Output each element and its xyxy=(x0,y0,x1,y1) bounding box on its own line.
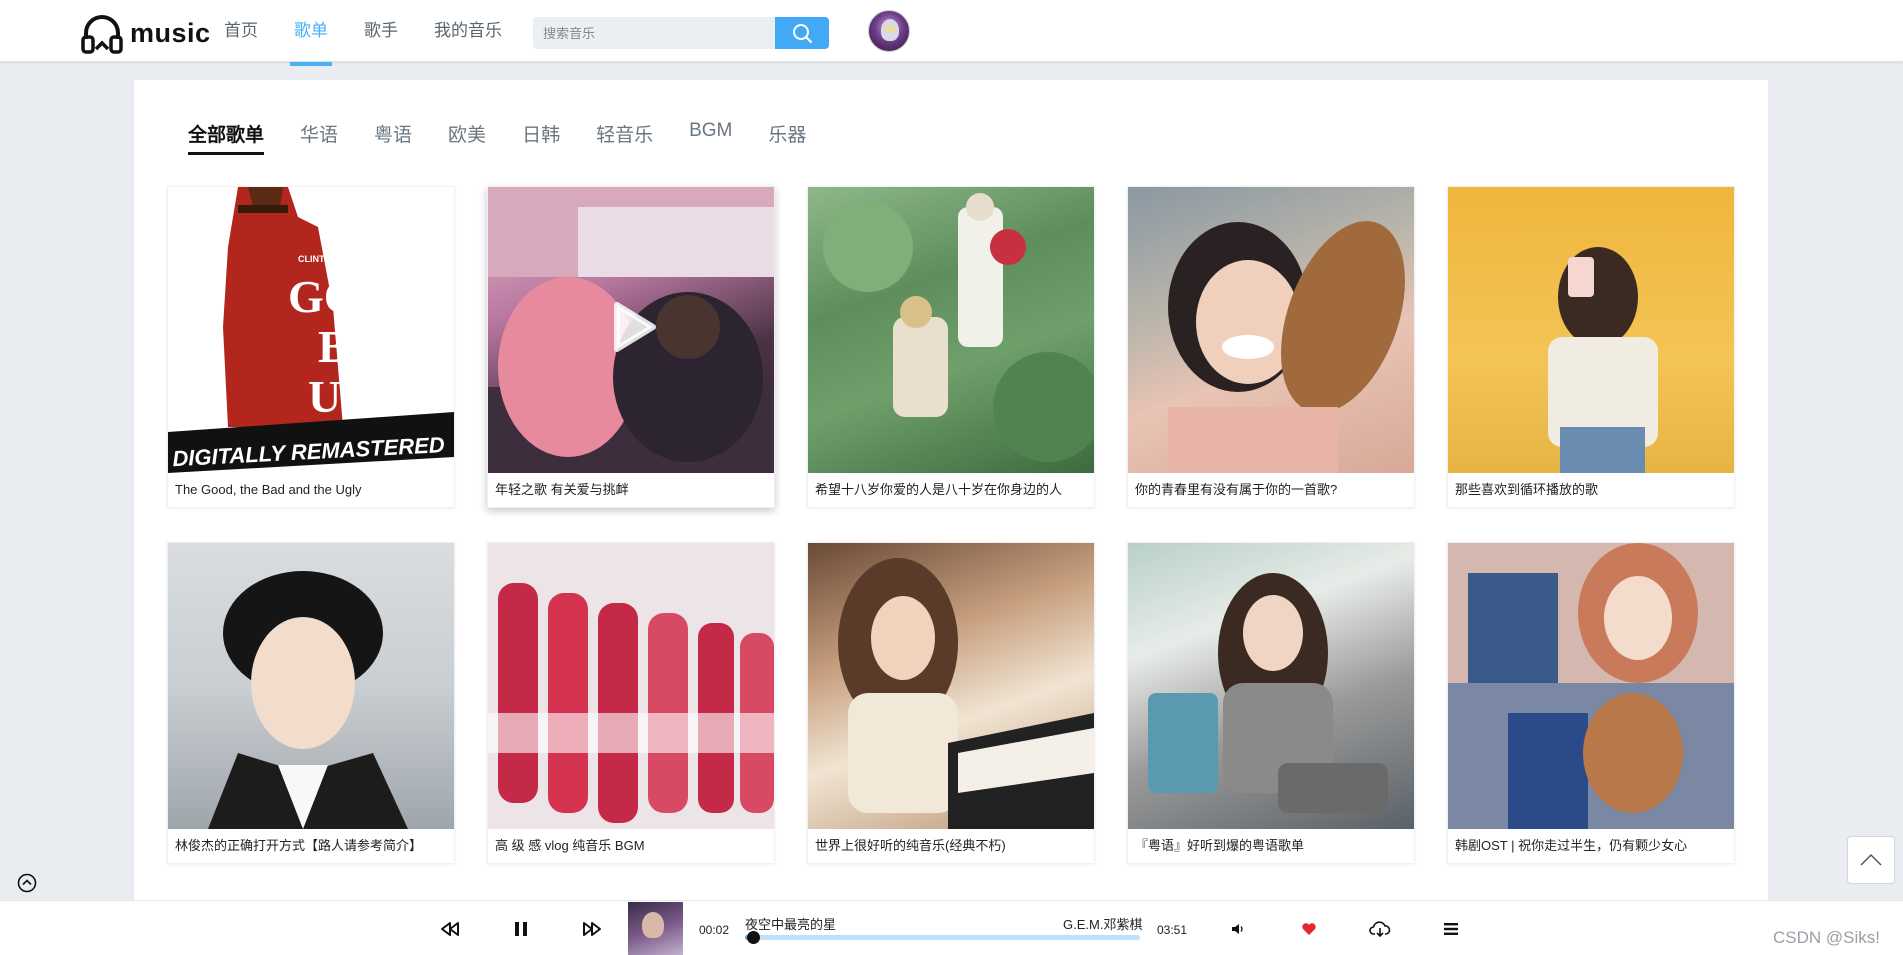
playlist-cover xyxy=(488,543,774,829)
album-cover[interactable] xyxy=(628,902,683,955)
playlist-cover xyxy=(1448,187,1734,473)
playlist-cover xyxy=(168,543,454,829)
playlist-cover xyxy=(1128,187,1414,473)
playlist-cover xyxy=(808,187,1094,473)
playlist-card[interactable]: 『粤语』好听到爆的粤语歌单 xyxy=(1127,542,1415,864)
chevron-up-icon xyxy=(1860,853,1882,866)
back-to-top-button[interactable] xyxy=(1847,836,1895,884)
playlist-title: 高 级 感 vlog 纯音乐 BGM xyxy=(495,838,645,853)
like-button[interactable] xyxy=(1295,915,1323,943)
nav-playlists[interactable]: 歌单 xyxy=(290,0,332,66)
nav-my-music[interactable]: 我的音乐 xyxy=(434,0,502,62)
cover-art xyxy=(208,571,408,829)
tab-light-music[interactable]: 轻音乐 xyxy=(596,120,653,155)
svg-text:GOOD: GOOD xyxy=(288,271,429,322)
cover-art xyxy=(838,558,1094,829)
song-artist: G.E.M.邓紫棋 xyxy=(1063,917,1143,932)
playlist-card[interactable]: 高 级 感 vlog 纯音乐 BGM xyxy=(487,542,775,864)
search-box xyxy=(533,17,829,49)
music-player-bar: 00:02 夜空中最亮的星 G.E.M.邓紫棋 03:51 xyxy=(0,900,1903,955)
heart-icon xyxy=(1302,923,1316,935)
playlist-card[interactable]: 年轻之歌 有关爱与挑衅 xyxy=(487,186,775,508)
playlist-title: 那些喜欢到循环播放的歌 xyxy=(1455,482,1599,497)
playlist-card[interactable]: CLINT EASTWOOD GOOD BAD UGLY DIGITALLY R… xyxy=(167,186,455,508)
tab-jp-kr[interactable]: 日韩 xyxy=(522,120,560,155)
playlist-cover xyxy=(808,543,1094,829)
search-icon xyxy=(793,24,813,44)
playlist-cover xyxy=(1128,543,1414,829)
playlist-card[interactable]: 你的青春里有没有属于你的一首歌? xyxy=(1127,186,1415,508)
playlist-cover xyxy=(1448,543,1734,829)
playlist-title: 年轻之歌 有关爱与挑衅 xyxy=(495,482,629,497)
tab-instruments[interactable]: 乐器 xyxy=(768,120,806,155)
svg-text:UGLY: UGLY xyxy=(308,371,437,422)
playlist-grid: CLINT EASTWOOD GOOD BAD UGLY DIGITALLY R… xyxy=(167,186,1737,864)
cloud-download-icon xyxy=(1369,921,1391,938)
menu-icon xyxy=(1444,923,1458,935)
logo[interactable]: music xyxy=(80,13,211,54)
previous-button[interactable] xyxy=(436,915,464,943)
volume-button[interactable] xyxy=(1224,915,1252,943)
playlist-title: 世界上很好听的纯音乐(经典不朽) xyxy=(815,838,1006,853)
cover-art xyxy=(1168,221,1405,473)
tab-cantonese[interactable]: 粤语 xyxy=(374,120,412,155)
playlist-title: 『粤语』好听到爆的粤语歌单 xyxy=(1135,838,1305,853)
category-tabs: 全部歌单 华语 粤语 欧美 日韩 轻音乐 BGM 乐器 xyxy=(188,120,842,155)
playlist-card[interactable]: 韩剧OST | 祝你走过半生，仍有颗少女心 xyxy=(1447,542,1735,864)
playlist-cover: CLINT EASTWOOD GOOD BAD UGLY DIGITALLY R… xyxy=(168,187,454,473)
progress-handle[interactable] xyxy=(746,931,760,944)
search-button[interactable] xyxy=(775,17,829,49)
chevron-up-circle-icon[interactable] xyxy=(17,873,37,893)
volume-icon xyxy=(1232,924,1243,934)
total-time: 03:51 xyxy=(1157,923,1188,937)
playlist-card[interactable]: 林俊杰的正确打开方式【路人请参考简介】 xyxy=(167,542,455,864)
tab-bgm[interactable]: BGM xyxy=(689,120,732,155)
playlist-title: 你的青春里有没有属于你的一首歌? xyxy=(1135,482,1338,497)
playlist-card[interactable]: 希望十八岁你爱的人是八十岁在你身边的人 xyxy=(807,186,1095,508)
logo-text: music xyxy=(130,17,211,48)
cover-art xyxy=(1548,247,1658,473)
cover-art: CLINT EASTWOOD GOOD BAD UGLY DIGITALLY R… xyxy=(168,187,454,473)
rewind-icon xyxy=(441,922,459,936)
current-time: 00:02 xyxy=(699,923,730,937)
watermark: CSDN @Siks! xyxy=(1773,928,1880,947)
next-button[interactable] xyxy=(578,915,606,943)
pause-button[interactable] xyxy=(507,915,535,943)
tab-western[interactable]: 欧美 xyxy=(448,120,486,155)
main-nav: 首页 歌单 歌手 我的音乐 xyxy=(224,0,538,66)
svg-text:BAD: BAD xyxy=(318,321,415,372)
cover-art xyxy=(488,543,774,829)
playlist-card[interactable]: 世界上很好听的纯音乐(经典不朽) xyxy=(807,542,1095,864)
playlist-title: 希望十八岁你爱的人是八十岁在你身边的人 xyxy=(815,482,1063,497)
playlist-card[interactable]: 那些喜欢到循环播放的歌 xyxy=(1447,186,1735,508)
pause-icon xyxy=(515,922,527,936)
progress-bar[interactable] xyxy=(745,931,1140,944)
playlist-title: 林俊杰的正确打开方式【路人请参考简介】 xyxy=(175,838,423,853)
fast-forward-icon xyxy=(583,922,601,936)
playlist-panel: 全部歌单 华语 粤语 欧美 日韩 轻音乐 BGM 乐器 CLINT EASTWO… xyxy=(134,80,1768,900)
search-input[interactable] xyxy=(533,17,775,49)
playlist-menu-button[interactable] xyxy=(1437,915,1465,943)
cover-art xyxy=(1148,573,1388,813)
top-header: music 首页 歌单 歌手 我的音乐 xyxy=(0,0,1903,66)
playlist-cover xyxy=(488,187,774,473)
nav-singers[interactable]: 歌手 xyxy=(364,0,398,62)
song-title: 夜空中最亮的星 xyxy=(745,917,837,932)
playlist-title: 韩剧OST | 祝你走过半生，仍有颗少女心 xyxy=(1455,838,1688,853)
nav-home[interactable]: 首页 xyxy=(224,0,258,62)
download-button[interactable] xyxy=(1366,915,1394,943)
cover-art xyxy=(823,193,1094,462)
cover-art xyxy=(1448,543,1734,829)
tab-all[interactable]: 全部歌单 xyxy=(188,120,265,155)
user-avatar[interactable] xyxy=(868,10,910,52)
svg-text:CLINT EASTWOOD: CLINT EASTWOOD xyxy=(298,254,380,264)
play-icon[interactable] xyxy=(611,301,657,353)
playlist-title: The Good, the Bad and the Ugly xyxy=(175,482,362,497)
headphones-icon xyxy=(81,15,123,54)
tab-chinese[interactable]: 华语 xyxy=(300,120,338,155)
